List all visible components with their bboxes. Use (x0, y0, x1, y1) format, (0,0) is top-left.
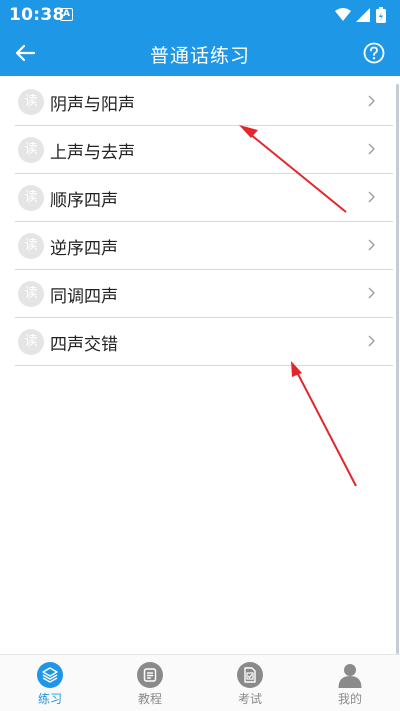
list-item[interactable]: 读 上声与去声 (15, 126, 393, 174)
list-item-label: 逆序四声 (50, 239, 118, 259)
list-item[interactable]: 读 同调四声 (15, 270, 393, 318)
chevron-right-icon (368, 335, 375, 347)
scrollbar[interactable] (396, 84, 399, 654)
layers-icon (37, 662, 63, 688)
annotation-arrow-lower (291, 361, 357, 487)
app-bar: 普通话练习 (0, 30, 400, 76)
exam-icon (237, 662, 263, 688)
list-item-label: 顺序四声 (50, 191, 118, 211)
list-item[interactable]: 读 四声交错 (15, 318, 393, 366)
list-item-label: 同调四声 (50, 287, 118, 307)
chevron-right-icon (368, 239, 375, 251)
chevron-right-icon (368, 191, 375, 203)
wifi-icon (335, 8, 351, 21)
tab-label: 考试 (237, 692, 262, 706)
read-badge-icon: 读 (18, 233, 44, 259)
tab-label: 我的 (337, 692, 362, 706)
tab-label: 教程 (137, 692, 162, 706)
list-item[interactable]: 读 顺序四声 (15, 174, 393, 222)
chevron-right-icon (368, 143, 375, 155)
status-right-icons (335, 7, 386, 23)
list-item-label: 四声交错 (50, 335, 118, 355)
status-bar: 10:38 A (0, 0, 400, 30)
help-icon (363, 42, 385, 64)
list-item[interactable]: 读 逆序四声 (15, 222, 393, 270)
tab-tutorial[interactable]: 教程 (100, 655, 200, 711)
read-badge-icon: 读 (18, 137, 44, 163)
bottom-tab-bar: 练习 教程 考试 我的 (0, 654, 400, 711)
tab-profile[interactable]: 我的 (300, 655, 400, 711)
read-badge-icon: 读 (18, 281, 44, 307)
document-icon (137, 662, 163, 688)
battery-icon (376, 7, 386, 23)
read-badge-icon: 读 (18, 89, 44, 115)
notification-a-icon: A (60, 8, 73, 21)
help-button[interactable] (363, 42, 385, 64)
list-item[interactable]: 读 阴声与阳声 (15, 78, 393, 126)
chevron-right-icon (368, 95, 375, 107)
profile-icon (338, 664, 362, 688)
read-badge-icon: 读 (18, 329, 44, 355)
read-badge-icon: 读 (18, 185, 44, 211)
status-time: 10:38 (9, 5, 65, 25)
tab-practice[interactable]: 练习 (0, 655, 100, 711)
tab-label: 练习 (37, 692, 62, 706)
signal-icon (356, 8, 370, 22)
list-item-label: 阴声与阳声 (50, 95, 135, 115)
practice-list: 读 阴声与阳声 读 上声与去声 读 顺序四声 读 逆序四声 读 同调四声 读 四… (15, 78, 393, 366)
tab-exam[interactable]: 考试 (200, 655, 300, 711)
list-item-label: 上声与去声 (50, 143, 135, 163)
chevron-right-icon (368, 287, 375, 299)
page-title: 普通话练习 (149, 45, 250, 67)
